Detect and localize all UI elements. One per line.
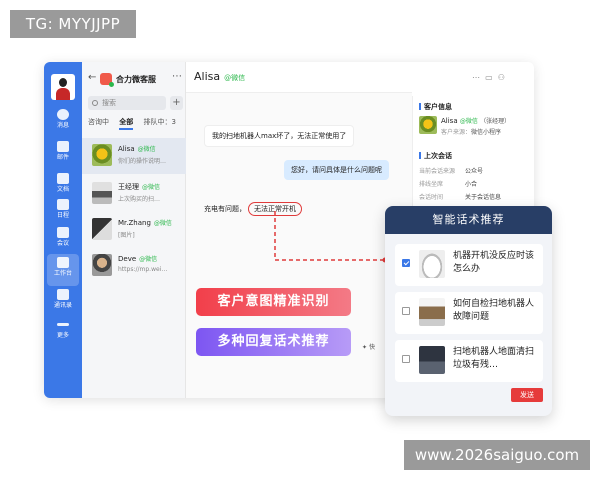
- checkbox[interactable]: [402, 259, 410, 267]
- session-row: 排线坐席 小合: [419, 181, 478, 188]
- search-input[interactable]: 搜索: [88, 96, 166, 110]
- rail-item-mail[interactable]: 邮件: [47, 138, 79, 170]
- mail-icon: [57, 141, 69, 152]
- add-contact-icon[interactable]: ⚇: [498, 73, 505, 82]
- user-avatar[interactable]: [51, 74, 75, 100]
- chat-area: Alisa @微信 我的扫地机器人max坏了，无法正常使用了 您好，请问具体是什么…: [186, 62, 412, 398]
- rail-item-meeting[interactable]: 会议: [47, 224, 79, 256]
- quick-hint: ✦ 快: [362, 344, 375, 351]
- feature-intent-recognition: 客户意图精准识别: [196, 288, 351, 316]
- message-incoming: 我的扫地机器人max坏了，无法正常使用了: [204, 125, 355, 147]
- contact-name: Alisa: [194, 70, 221, 83]
- session-row: 当前会话来源 公众号: [419, 168, 484, 175]
- app-name: 合力微客服: [116, 75, 156, 84]
- back-arrow-icon[interactable]: ←: [88, 72, 96, 83]
- message-incoming-highlighted: 充电有问题， 无法正常开机: [204, 197, 309, 221]
- send-button[interactable]: 发送: [511, 388, 543, 402]
- rail-item-messages[interactable]: 消息: [47, 106, 79, 138]
- smart-reply-title: 智能话术推荐: [385, 206, 552, 234]
- customer-avatar: [419, 116, 437, 134]
- conversation-item-wang[interactable]: 王经理 @微信 上次购买的扫…: [82, 176, 186, 212]
- conversation-list: ← 合力微客服 ⋯ 搜索 + 咨询中 全部 排队中：3 Alisa @微信 你们的…: [82, 62, 186, 398]
- video-icon[interactable]: ▭: [485, 73, 493, 82]
- intent-highlight: 无法正常开机: [248, 202, 302, 216]
- reply-option-1[interactable]: 机器开机没反应时该怎么办: [395, 244, 543, 286]
- robot-vacuum-image: [419, 250, 445, 278]
- tab-all[interactable]: 全部: [119, 118, 134, 130]
- conversation-item-zhang[interactable]: Mr.Zhang @微信 [图片]: [82, 212, 186, 248]
- feature-reply-recommendation: 多种回复话术推荐: [196, 328, 351, 356]
- chat-header: Alisa @微信: [194, 70, 245, 83]
- calendar-icon: [57, 199, 69, 210]
- avatar: [92, 144, 112, 166]
- sparkle-icon: ✦: [362, 344, 368, 351]
- app-logo-icon: [100, 73, 114, 87]
- more-dots-icon[interactable]: ⋯: [472, 73, 480, 82]
- more-icon: [57, 323, 69, 326]
- last-session-title: 上次会话: [419, 151, 452, 161]
- customer-info-title: 客户信息: [419, 102, 452, 112]
- add-button[interactable]: +: [170, 96, 183, 110]
- checkbox[interactable]: [402, 355, 410, 363]
- message-icon: [57, 109, 69, 120]
- checkbox[interactable]: [402, 307, 410, 315]
- avatar: [92, 254, 112, 276]
- watermark-top: TG: MYYJJPP: [10, 10, 136, 38]
- rail-item-more[interactable]: 更多: [47, 316, 79, 348]
- message-outgoing: 您好，请问具体是什么问题呢: [284, 160, 389, 180]
- meeting-icon: [57, 227, 69, 238]
- avatar: [92, 218, 112, 240]
- conversation-item-alisa[interactable]: Alisa @微信 你们的操作说明…: [82, 138, 186, 174]
- avatar: [92, 182, 112, 204]
- conversation-item-deve[interactable]: Deve @微信 https://mp.wei…: [82, 248, 186, 284]
- reply-option-3[interactable]: 扫地机器人地面清扫垃圾有残…: [395, 340, 543, 382]
- contact-tag: @微信: [224, 74, 246, 82]
- tab-queue[interactable]: 排队中：3: [143, 118, 175, 126]
- list-tabs: 咨询中 全部 排队中：3: [88, 117, 184, 131]
- robot-vacuum-image: [419, 298, 445, 326]
- rail-item-contacts[interactable]: 通讯录: [47, 286, 79, 318]
- robot-vacuum-image: [419, 346, 445, 374]
- contacts-icon: [57, 289, 69, 300]
- tab-consulting[interactable]: 咨询中: [88, 118, 109, 126]
- list-header: ← 合力微客服 ⋯: [88, 71, 184, 88]
- nav-rail: 消息 邮件 文档 日程 会议 工作台 通讯录 更多: [44, 62, 82, 398]
- watermark-bottom: www.2026saiguo.com: [404, 440, 590, 470]
- session-row: 会话时间 关于会话信息: [419, 194, 502, 201]
- document-icon: [57, 173, 69, 184]
- smart-reply-card: 智能话术推荐 机器开机没反应时该怎么办 如何自检扫地机器人故障问题 扫地机器人地…: [385, 206, 552, 416]
- more-dots-icon[interactable]: ⋯: [172, 71, 182, 82]
- rail-item-workbench[interactable]: 工作台: [47, 254, 79, 286]
- header-icons: ⋯ ▭ ⚇: [472, 73, 505, 82]
- workbench-icon: [57, 257, 69, 268]
- reply-option-2[interactable]: 如何自检扫地机器人故障问题: [395, 292, 543, 334]
- search-icon: [92, 100, 98, 106]
